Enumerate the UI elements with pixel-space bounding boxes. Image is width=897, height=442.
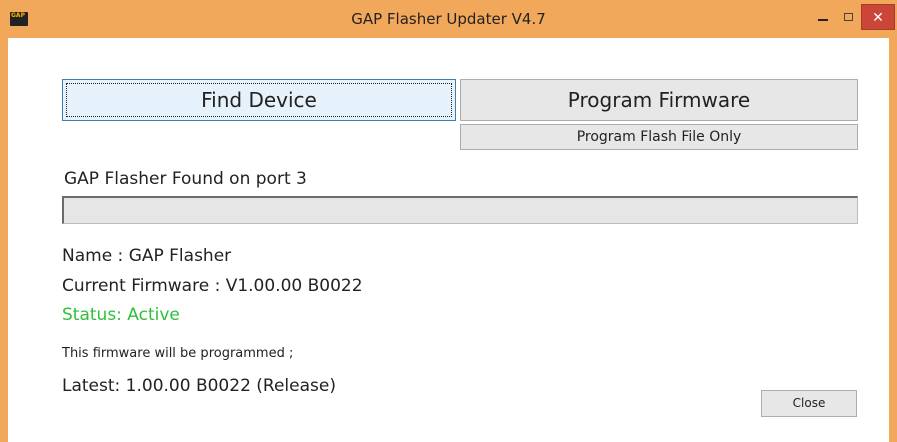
title-bar[interactable]: GAP GAP Flasher Updater V4.7 ✕ xyxy=(0,0,897,38)
device-name: Name : GAP Flasher xyxy=(62,246,232,266)
app-window: GAP GAP Flasher Updater V4.7 ✕ Find Devi… xyxy=(0,0,897,442)
maximize-button[interactable] xyxy=(836,6,862,30)
close-window-button[interactable]: ✕ xyxy=(861,4,895,30)
progress-bar xyxy=(62,196,858,224)
program-firmware-button[interactable]: Program Firmware xyxy=(460,79,858,121)
device-found-message: GAP Flasher Found on port 3 xyxy=(64,169,307,189)
close-icon: ✕ xyxy=(872,10,884,26)
main-panel: Find Device Program Firmware Program Fla… xyxy=(8,38,889,442)
minimize-button[interactable] xyxy=(810,6,836,30)
firmware-note: This firmware will be programmed ; xyxy=(62,346,294,361)
maximize-icon xyxy=(844,13,853,21)
program-flash-file-button[interactable]: Program Flash File Only xyxy=(460,124,858,150)
window-title: GAP Flasher Updater V4.7 xyxy=(351,10,546,28)
minimize-icon xyxy=(818,19,828,21)
current-firmware: Current Firmware : V1.00.00 B0022 xyxy=(62,276,363,296)
find-device-button[interactable]: Find Device xyxy=(62,79,456,121)
latest-firmware: Latest: 1.00.00 B0022 (Release) xyxy=(62,376,336,396)
status-text: Status: Active xyxy=(62,305,180,325)
close-button[interactable]: Close xyxy=(761,390,857,417)
focus-indicator xyxy=(66,83,452,117)
